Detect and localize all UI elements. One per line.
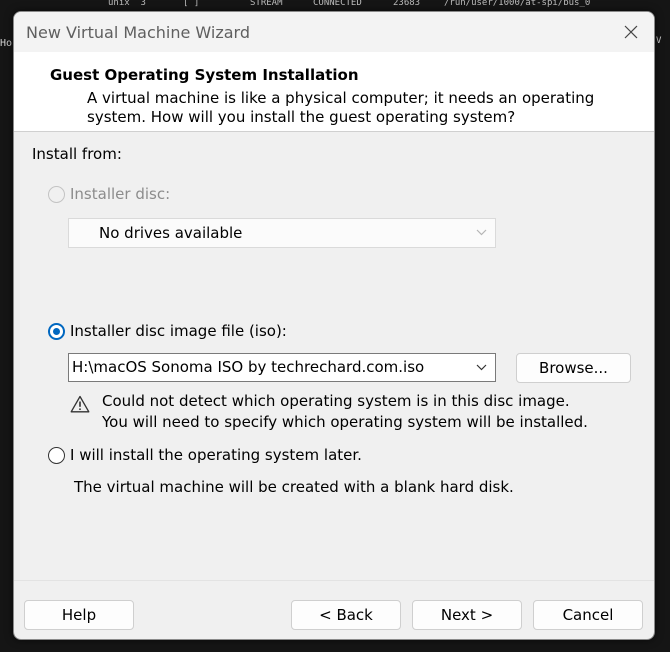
back-button[interactable]: < Back bbox=[291, 600, 401, 630]
install-from-label: Install from: bbox=[32, 145, 122, 163]
iso-radio[interactable] bbox=[48, 323, 65, 340]
terminal-text: CONNECTED bbox=[313, 0, 362, 8]
wizard-content: Install from: Installer disc: No drives … bbox=[14, 132, 654, 572]
window-title: New Virtual Machine Wizard bbox=[26, 23, 250, 42]
drive-select: No drives available bbox=[68, 218, 496, 248]
chevron-down-icon bbox=[476, 229, 487, 236]
installer-disc-label: Installer disc: bbox=[70, 185, 171, 203]
help-button[interactable]: Help bbox=[24, 600, 134, 630]
close-button[interactable] bbox=[608, 12, 654, 52]
wizard-footer: Help < Back Next > Cancel bbox=[14, 580, 654, 639]
close-icon bbox=[624, 25, 638, 39]
wizard-header: Guest Operating System Installation A vi… bbox=[14, 52, 654, 132]
browse-button[interactable]: Browse... bbox=[516, 353, 631, 383]
iso-path-value[interactable]: H:\macOS Sonoma ISO by techrechard.com.i… bbox=[72, 358, 424, 376]
terminal-text: /run/user/1000/at-spi/bus_0 bbox=[444, 0, 591, 8]
installer-disc-radio bbox=[48, 186, 65, 203]
iso-path-combo[interactable]: H:\macOS Sonoma ISO by techrechard.com.i… bbox=[68, 353, 496, 382]
wizard-window: New Virtual Machine Wizard Guest Operati… bbox=[13, 11, 655, 640]
chevron-down-icon[interactable] bbox=[476, 364, 487, 371]
header-description: A virtual machine is like a physical com… bbox=[87, 89, 595, 126]
iso-warning-line-2: You will need to specify which operating… bbox=[102, 413, 588, 431]
drive-select-value: No drives available bbox=[99, 224, 243, 242]
warning-triangle-icon bbox=[70, 395, 90, 413]
install-later-radio[interactable] bbox=[48, 447, 65, 464]
title-bar[interactable]: New Virtual Machine Wizard bbox=[14, 12, 654, 52]
iso-label[interactable]: Installer disc image file (iso): bbox=[70, 322, 287, 340]
next-button[interactable]: Next > bbox=[412, 600, 522, 630]
iso-warning-line-1: Could not detect which operating system … bbox=[102, 392, 570, 410]
background-terminal-line: unix 3 [ ] STREAM CONNECTED 23683 /run/u… bbox=[0, 0, 670, 10]
background-left-text: Ho bbox=[0, 38, 13, 49]
terminal-text: unix 3 bbox=[108, 0, 146, 8]
install-later-note: The virtual machine will be created with… bbox=[74, 478, 514, 496]
install-later-label[interactable]: I will install the operating system late… bbox=[70, 446, 362, 464]
terminal-text: [ ] bbox=[183, 0, 200, 8]
cancel-button[interactable]: Cancel bbox=[533, 600, 643, 630]
header-title: Guest Operating System Installation bbox=[50, 66, 359, 84]
background-right-text: V bbox=[656, 36, 662, 46]
terminal-text: 23683 bbox=[393, 0, 421, 8]
terminal-text: STREAM bbox=[250, 0, 283, 8]
